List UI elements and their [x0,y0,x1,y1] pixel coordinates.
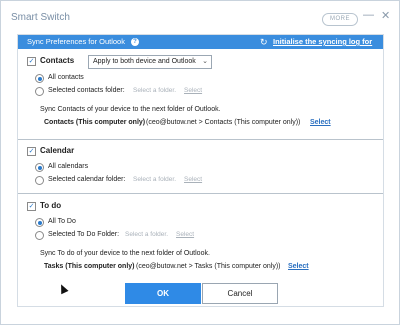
more-button[interactable]: MORE [322,13,358,26]
smart-switch-window: Smart Switch MORE — ✕ Sync Preferences f… [0,0,400,325]
cancel-button[interactable]: Cancel [202,283,278,304]
contacts-folder-placeholder: Select a folder. [133,87,176,94]
contacts-section: ✓ Contacts Apply to both device and Outl… [18,49,383,139]
contacts-folder-name: Contacts (This computer only) [44,119,146,126]
title-bar: Smart Switch MORE — ✕ [1,1,399,33]
todo-sync-text: Sync To do of your device to the next fo… [40,250,210,257]
contacts-folder-select-link[interactable]: Select [310,119,331,126]
all-todo-label: All To Do [48,218,76,225]
selected-todo-radio[interactable] [35,231,44,240]
sync-preferences-panel: Sync Preferences for Outlook ? ↻ Initial… [17,34,384,307]
selected-calendar-radio[interactable] [35,176,44,185]
all-contacts-radio[interactable] [35,74,44,83]
all-contacts-label: All contacts [48,74,84,81]
contacts-sync-text: Sync Contacts of your device to the next… [40,106,221,113]
todo-label: To do [40,201,62,210]
todo-checkbox[interactable]: ✓ [27,202,36,211]
calendar-select-link[interactable]: Select [184,176,202,183]
contacts-label: Contacts [40,56,75,65]
sync-icon: ↻ [260,37,268,47]
selected-contacts-label: Selected contacts folder: [48,87,125,94]
panel-title: Sync Preferences for Outlook [27,37,125,46]
chevron-down-icon: ⌄ [202,58,208,65]
contacts-folder-path: (ceo@butow.net > Contacts (This computer… [146,119,301,126]
todo-folder-name: Tasks (This computer only) [44,263,135,270]
all-calendars-label: All calendars [48,163,89,170]
todo-section: ✓ To do All To Do Selected To Do Folder:… [18,193,383,275]
todo-folder-path: (ceo@butow.net > Tasks (This computer on… [136,263,281,270]
window-title: Smart Switch [11,12,70,23]
all-todo-radio[interactable] [35,218,44,227]
contacts-checkbox[interactable]: ✓ [27,57,36,66]
selected-calendar-label: Selected calendar folder: [48,176,126,183]
sync-direction-dropdown[interactable]: Apply to both device and Outlook ⌄ [88,55,212,69]
minimize-icon[interactable]: — [363,9,374,21]
sync-direction-value: Apply to both device and Outlook [93,58,196,65]
calendar-checkbox[interactable]: ✓ [27,147,36,156]
ok-button[interactable]: OK [125,283,201,304]
calendar-folder-placeholder: Select a folder. [133,176,176,183]
calendar-label: Calendar [40,146,75,155]
selected-contacts-radio[interactable] [35,87,44,96]
contacts-select-link[interactable]: Select [184,87,202,94]
all-calendars-radio[interactable] [35,163,44,172]
todo-folder-select-link[interactable]: Select [288,263,309,270]
panel-header: Sync Preferences for Outlook ? ↻ Initial… [18,35,383,60]
calendar-section: ✓ Calendar All calendars Selected calend… [18,139,383,193]
todo-folder-placeholder: Select a folder. [125,231,168,238]
close-icon[interactable]: ✕ [381,9,390,22]
help-icon[interactable]: ? [131,38,139,46]
todo-select-link[interactable]: Select [176,231,194,238]
selected-todo-label: Selected To Do Folder: [48,231,120,238]
